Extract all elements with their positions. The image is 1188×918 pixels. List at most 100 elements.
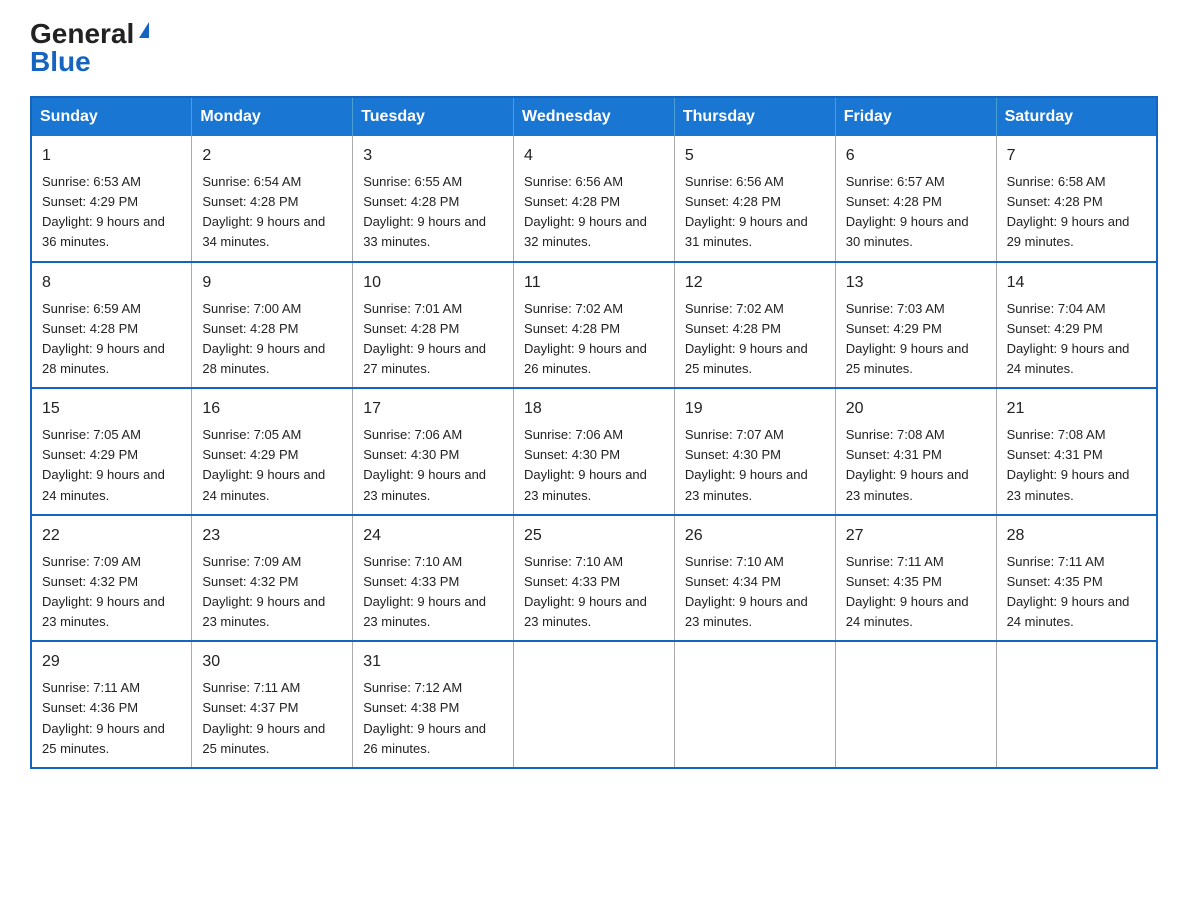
column-header-thursday: Thursday bbox=[674, 97, 835, 136]
day-info: Sunrise: 7:11 AMSunset: 4:37 PMDaylight:… bbox=[202, 680, 325, 755]
calendar-week-row: 8 Sunrise: 6:59 AMSunset: 4:28 PMDayligh… bbox=[31, 262, 1157, 389]
column-header-friday: Friday bbox=[835, 97, 996, 136]
day-number: 2 bbox=[202, 144, 342, 168]
calendar-cell: 4 Sunrise: 6:56 AMSunset: 4:28 PMDayligh… bbox=[514, 136, 675, 262]
calendar-cell: 26 Sunrise: 7:10 AMSunset: 4:34 PMDaylig… bbox=[674, 515, 835, 642]
day-info: Sunrise: 7:02 AMSunset: 4:28 PMDaylight:… bbox=[685, 301, 808, 376]
calendar-week-row: 1 Sunrise: 6:53 AMSunset: 4:29 PMDayligh… bbox=[31, 136, 1157, 262]
calendar-cell: 9 Sunrise: 7:00 AMSunset: 4:28 PMDayligh… bbox=[192, 262, 353, 389]
calendar-cell: 19 Sunrise: 7:07 AMSunset: 4:30 PMDaylig… bbox=[674, 388, 835, 515]
day-number: 6 bbox=[846, 144, 986, 168]
day-number: 25 bbox=[524, 524, 664, 548]
calendar-cell: 20 Sunrise: 7:08 AMSunset: 4:31 PMDaylig… bbox=[835, 388, 996, 515]
calendar-cell: 25 Sunrise: 7:10 AMSunset: 4:33 PMDaylig… bbox=[514, 515, 675, 642]
day-number: 23 bbox=[202, 524, 342, 548]
day-info: Sunrise: 7:06 AMSunset: 4:30 PMDaylight:… bbox=[524, 427, 647, 502]
calendar-cell: 17 Sunrise: 7:06 AMSunset: 4:30 PMDaylig… bbox=[353, 388, 514, 515]
calendar-week-row: 29 Sunrise: 7:11 AMSunset: 4:36 PMDaylig… bbox=[31, 641, 1157, 768]
day-info: Sunrise: 6:56 AMSunset: 4:28 PMDaylight:… bbox=[685, 174, 808, 249]
day-number: 22 bbox=[42, 524, 181, 548]
day-info: Sunrise: 6:59 AMSunset: 4:28 PMDaylight:… bbox=[42, 301, 165, 376]
day-info: Sunrise: 6:53 AMSunset: 4:29 PMDaylight:… bbox=[42, 174, 165, 249]
day-info: Sunrise: 7:04 AMSunset: 4:29 PMDaylight:… bbox=[1007, 301, 1130, 376]
day-info: Sunrise: 7:08 AMSunset: 4:31 PMDaylight:… bbox=[846, 427, 969, 502]
calendar-cell: 16 Sunrise: 7:05 AMSunset: 4:29 PMDaylig… bbox=[192, 388, 353, 515]
day-info: Sunrise: 7:07 AMSunset: 4:30 PMDaylight:… bbox=[685, 427, 808, 502]
calendar-cell: 3 Sunrise: 6:55 AMSunset: 4:28 PMDayligh… bbox=[353, 136, 514, 262]
day-info: Sunrise: 7:03 AMSunset: 4:29 PMDaylight:… bbox=[846, 301, 969, 376]
calendar-cell bbox=[674, 641, 835, 768]
day-number: 17 bbox=[363, 397, 503, 421]
day-number: 13 bbox=[846, 271, 986, 295]
day-number: 3 bbox=[363, 144, 503, 168]
day-number: 18 bbox=[524, 397, 664, 421]
day-info: Sunrise: 7:00 AMSunset: 4:28 PMDaylight:… bbox=[202, 301, 325, 376]
day-info: Sunrise: 7:09 AMSunset: 4:32 PMDaylight:… bbox=[202, 554, 325, 629]
calendar-cell: 24 Sunrise: 7:10 AMSunset: 4:33 PMDaylig… bbox=[353, 515, 514, 642]
calendar-cell bbox=[514, 641, 675, 768]
day-number: 21 bbox=[1007, 397, 1146, 421]
calendar-cell bbox=[996, 641, 1157, 768]
day-info: Sunrise: 6:54 AMSunset: 4:28 PMDaylight:… bbox=[202, 174, 325, 249]
day-info: Sunrise: 7:02 AMSunset: 4:28 PMDaylight:… bbox=[524, 301, 647, 376]
calendar-cell: 29 Sunrise: 7:11 AMSunset: 4:36 PMDaylig… bbox=[31, 641, 192, 768]
day-info: Sunrise: 7:11 AMSunset: 4:36 PMDaylight:… bbox=[42, 680, 165, 755]
day-number: 26 bbox=[685, 524, 825, 548]
calendar-cell: 14 Sunrise: 7:04 AMSunset: 4:29 PMDaylig… bbox=[996, 262, 1157, 389]
calendar-cell: 12 Sunrise: 7:02 AMSunset: 4:28 PMDaylig… bbox=[674, 262, 835, 389]
day-number: 1 bbox=[42, 144, 181, 168]
logo-triangle-icon bbox=[139, 22, 149, 38]
day-info: Sunrise: 6:58 AMSunset: 4:28 PMDaylight:… bbox=[1007, 174, 1130, 249]
day-info: Sunrise: 7:08 AMSunset: 4:31 PMDaylight:… bbox=[1007, 427, 1130, 502]
day-number: 9 bbox=[202, 271, 342, 295]
calendar-cell: 15 Sunrise: 7:05 AMSunset: 4:29 PMDaylig… bbox=[31, 388, 192, 515]
day-info: Sunrise: 7:06 AMSunset: 4:30 PMDaylight:… bbox=[363, 427, 486, 502]
calendar-cell: 22 Sunrise: 7:09 AMSunset: 4:32 PMDaylig… bbox=[31, 515, 192, 642]
day-number: 12 bbox=[685, 271, 825, 295]
day-number: 7 bbox=[1007, 144, 1146, 168]
calendar-cell: 28 Sunrise: 7:11 AMSunset: 4:35 PMDaylig… bbox=[996, 515, 1157, 642]
page-header: General Blue bbox=[30, 20, 1158, 76]
day-info: Sunrise: 7:05 AMSunset: 4:29 PMDaylight:… bbox=[42, 427, 165, 502]
calendar-cell: 30 Sunrise: 7:11 AMSunset: 4:37 PMDaylig… bbox=[192, 641, 353, 768]
calendar-cell bbox=[835, 641, 996, 768]
calendar-cell: 2 Sunrise: 6:54 AMSunset: 4:28 PMDayligh… bbox=[192, 136, 353, 262]
calendar-cell: 6 Sunrise: 6:57 AMSunset: 4:28 PMDayligh… bbox=[835, 136, 996, 262]
calendar-cell: 13 Sunrise: 7:03 AMSunset: 4:29 PMDaylig… bbox=[835, 262, 996, 389]
calendar-week-row: 22 Sunrise: 7:09 AMSunset: 4:32 PMDaylig… bbox=[31, 515, 1157, 642]
day-info: Sunrise: 6:57 AMSunset: 4:28 PMDaylight:… bbox=[846, 174, 969, 249]
column-header-monday: Monday bbox=[192, 97, 353, 136]
column-header-saturday: Saturday bbox=[996, 97, 1157, 136]
day-number: 30 bbox=[202, 650, 342, 674]
day-info: Sunrise: 7:12 AMSunset: 4:38 PMDaylight:… bbox=[363, 680, 486, 755]
calendar-cell: 18 Sunrise: 7:06 AMSunset: 4:30 PMDaylig… bbox=[514, 388, 675, 515]
calendar-cell: 23 Sunrise: 7:09 AMSunset: 4:32 PMDaylig… bbox=[192, 515, 353, 642]
day-number: 10 bbox=[363, 271, 503, 295]
calendar-cell: 21 Sunrise: 7:08 AMSunset: 4:31 PMDaylig… bbox=[996, 388, 1157, 515]
logo: General Blue bbox=[30, 20, 149, 76]
calendar-cell: 31 Sunrise: 7:12 AMSunset: 4:38 PMDaylig… bbox=[353, 641, 514, 768]
day-number: 19 bbox=[685, 397, 825, 421]
day-info: Sunrise: 7:11 AMSunset: 4:35 PMDaylight:… bbox=[1007, 554, 1130, 629]
day-info: Sunrise: 6:56 AMSunset: 4:28 PMDaylight:… bbox=[524, 174, 647, 249]
day-number: 29 bbox=[42, 650, 181, 674]
calendar-cell: 10 Sunrise: 7:01 AMSunset: 4:28 PMDaylig… bbox=[353, 262, 514, 389]
calendar-cell: 7 Sunrise: 6:58 AMSunset: 4:28 PMDayligh… bbox=[996, 136, 1157, 262]
day-number: 8 bbox=[42, 271, 181, 295]
day-info: Sunrise: 7:11 AMSunset: 4:35 PMDaylight:… bbox=[846, 554, 969, 629]
calendar-cell: 5 Sunrise: 6:56 AMSunset: 4:28 PMDayligh… bbox=[674, 136, 835, 262]
day-number: 20 bbox=[846, 397, 986, 421]
day-info: Sunrise: 7:01 AMSunset: 4:28 PMDaylight:… bbox=[363, 301, 486, 376]
calendar-table: SundayMondayTuesdayWednesdayThursdayFrid… bbox=[30, 96, 1158, 769]
column-header-tuesday: Tuesday bbox=[353, 97, 514, 136]
day-info: Sunrise: 7:09 AMSunset: 4:32 PMDaylight:… bbox=[42, 554, 165, 629]
column-header-wednesday: Wednesday bbox=[514, 97, 675, 136]
day-number: 5 bbox=[685, 144, 825, 168]
day-number: 28 bbox=[1007, 524, 1146, 548]
calendar-cell: 27 Sunrise: 7:11 AMSunset: 4:35 PMDaylig… bbox=[835, 515, 996, 642]
day-number: 4 bbox=[524, 144, 664, 168]
day-info: Sunrise: 7:05 AMSunset: 4:29 PMDaylight:… bbox=[202, 427, 325, 502]
day-number: 24 bbox=[363, 524, 503, 548]
calendar-cell: 11 Sunrise: 7:02 AMSunset: 4:28 PMDaylig… bbox=[514, 262, 675, 389]
column-header-sunday: Sunday bbox=[31, 97, 192, 136]
